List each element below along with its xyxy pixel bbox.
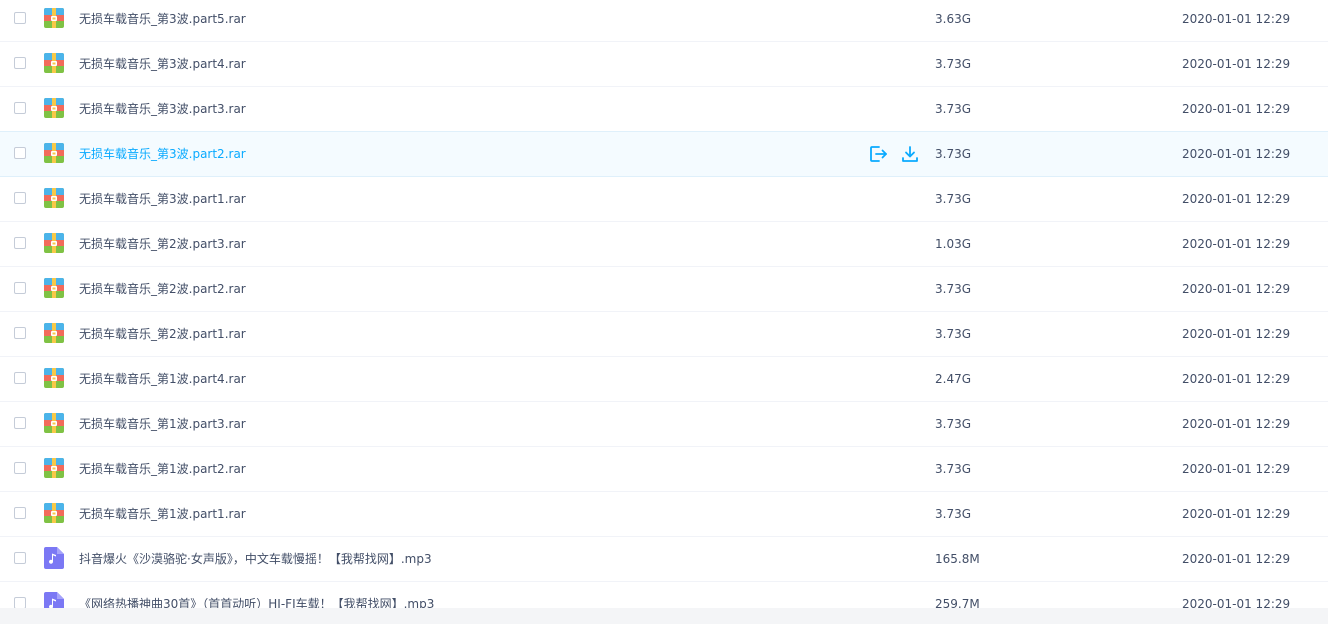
row-checkbox[interactable]	[14, 237, 26, 249]
file-row[interactable]: 无损车载音乐_第3波.part3.rar 3.73G 2020-01-01 12…	[0, 87, 1328, 132]
row-checkbox[interactable]	[14, 597, 26, 608]
file-name[interactable]: 《网络热播神曲30首》（首首动听）HI-FI车载！【我帮找网】.mp3	[79, 596, 434, 608]
file-list-viewport: 无损车载音乐_第3波.part5.rar 3.63G 2020-01-01 12…	[0, 0, 1328, 608]
music-file-icon	[44, 547, 64, 569]
file-modified-time: 2020-01-01 12:29	[1182, 237, 1291, 251]
file-row[interactable]: 无损车载音乐_第2波.part3.rar 1.03G 2020-01-01 12…	[0, 222, 1328, 267]
rar-archive-icon	[44, 458, 64, 478]
file-name[interactable]: 无损车载音乐_第1波.part4.rar	[79, 371, 246, 387]
row-checkbox[interactable]	[14, 282, 26, 294]
file-size: 3.73G	[935, 507, 972, 521]
file-modified-time: 2020-01-01 12:29	[1182, 102, 1291, 116]
file-size: 3.63G	[935, 12, 972, 26]
file-name[interactable]: 无损车载音乐_第3波.part2.rar	[79, 146, 246, 162]
rar-archive-icon	[44, 413, 64, 433]
file-size: 3.73G	[935, 57, 972, 71]
file-name[interactable]: 无损车载音乐_第2波.part2.rar	[79, 281, 246, 297]
row-checkbox[interactable]	[14, 102, 26, 114]
rar-archive-icon	[44, 368, 64, 388]
file-name[interactable]: 无损车载音乐_第1波.part1.rar	[79, 506, 246, 522]
row-checkbox[interactable]	[14, 12, 26, 24]
file-size: 3.73G	[935, 147, 972, 161]
file-row[interactable]: 无损车载音乐_第2波.part1.rar 3.73G 2020-01-01 12…	[0, 312, 1328, 357]
file-size: 3.73G	[935, 417, 972, 431]
row-checkbox[interactable]	[14, 552, 26, 564]
file-modified-time: 2020-01-01 12:29	[1182, 282, 1291, 296]
row-checkbox[interactable]	[14, 507, 26, 519]
horizontal-scrollbar[interactable]	[0, 608, 1328, 624]
row-checkbox[interactable]	[14, 462, 26, 474]
file-name[interactable]: 抖音爆火《沙漠骆驼·女声版》，中文车载慢摇！【我帮找网】.mp3	[79, 551, 432, 567]
row-checkbox[interactable]	[14, 372, 26, 384]
rar-archive-icon	[44, 143, 64, 163]
file-row[interactable]: 无损车载音乐_第1波.part3.rar 3.73G 2020-01-01 12…	[0, 402, 1328, 447]
file-size: 3.73G	[935, 327, 972, 341]
file-row[interactable]: 无损车载音乐_第2波.part2.rar 3.73G 2020-01-01 12…	[0, 267, 1328, 312]
music-file-icon	[44, 592, 64, 608]
rar-archive-icon	[44, 8, 64, 28]
file-size: 165.8M	[935, 552, 980, 566]
file-size: 259.7M	[935, 597, 980, 608]
file-modified-time: 2020-01-01 12:29	[1182, 327, 1291, 341]
file-modified-time: 2020-01-01 12:29	[1182, 12, 1291, 26]
file-name[interactable]: 无损车载音乐_第3波.part1.rar	[79, 191, 246, 207]
file-modified-time: 2020-01-01 12:29	[1182, 417, 1291, 431]
row-checkbox[interactable]	[14, 327, 26, 339]
file-modified-time: 2020-01-01 12:29	[1182, 552, 1291, 566]
rar-archive-icon	[44, 98, 64, 118]
row-checkbox[interactable]	[14, 57, 26, 69]
download-icon[interactable]	[900, 144, 920, 164]
file-size: 3.73G	[935, 102, 972, 116]
file-row[interactable]: 无损车载音乐_第3波.part1.rar 3.73G 2020-01-01 12…	[0, 177, 1328, 222]
file-name[interactable]: 无损车载音乐_第1波.part2.rar	[79, 461, 246, 477]
rar-archive-icon	[44, 188, 64, 208]
file-size: 3.73G	[935, 192, 972, 206]
file-modified-time: 2020-01-01 12:29	[1182, 57, 1291, 71]
file-size: 3.73G	[935, 462, 972, 476]
row-actions	[868, 144, 920, 164]
file-row[interactable]: 无损车载音乐_第1波.part4.rar 2.47G 2020-01-01 12…	[0, 357, 1328, 402]
file-name[interactable]: 无损车载音乐_第2波.part1.rar	[79, 326, 246, 342]
file-name[interactable]: 无损车载音乐_第1波.part3.rar	[79, 416, 246, 432]
file-modified-time: 2020-01-01 12:29	[1182, 372, 1291, 386]
rar-archive-icon	[44, 278, 64, 298]
file-modified-time: 2020-01-01 12:29	[1182, 147, 1291, 161]
file-name[interactable]: 无损车载音乐_第3波.part5.rar	[79, 11, 246, 27]
file-list: 无损车载音乐_第3波.part5.rar 3.63G 2020-01-01 12…	[0, 0, 1328, 608]
file-row[interactable]: 无损车载音乐_第3波.part2.rar 3.73G 2020-01-01 12…	[0, 131, 1328, 177]
row-checkbox[interactable]	[14, 417, 26, 429]
file-size: 2.47G	[935, 372, 972, 386]
file-modified-time: 2020-01-01 12:29	[1182, 462, 1291, 476]
file-name[interactable]: 无损车载音乐_第3波.part3.rar	[79, 101, 246, 117]
file-row[interactable]: 《网络热播神曲30首》（首首动听）HI-FI车载！【我帮找网】.mp3 259.…	[0, 582, 1328, 608]
file-modified-time: 2020-01-01 12:29	[1182, 597, 1291, 608]
file-row[interactable]: 无损车载音乐_第3波.part5.rar 3.63G 2020-01-01 12…	[0, 0, 1328, 42]
file-row[interactable]: 无损车载音乐_第1波.part1.rar 3.73G 2020-01-01 12…	[0, 492, 1328, 537]
file-row[interactable]: 无损车载音乐_第3波.part4.rar 3.73G 2020-01-01 12…	[0, 42, 1328, 87]
file-modified-time: 2020-01-01 12:29	[1182, 507, 1291, 521]
file-size: 3.73G	[935, 282, 972, 296]
file-modified-time: 2020-01-01 12:29	[1182, 192, 1291, 206]
file-size: 1.03G	[935, 237, 972, 251]
row-checkbox[interactable]	[14, 147, 26, 159]
file-name[interactable]: 无损车载音乐_第3波.part4.rar	[79, 56, 246, 72]
rar-archive-icon	[44, 233, 64, 253]
file-name[interactable]: 无损车载音乐_第2波.part3.rar	[79, 236, 246, 252]
file-row[interactable]: 无损车载音乐_第1波.part2.rar 3.73G 2020-01-01 12…	[0, 447, 1328, 492]
rar-archive-icon	[44, 323, 64, 343]
share-export-icon[interactable]	[868, 144, 888, 164]
file-row[interactable]: 抖音爆火《沙漠骆驼·女声版》，中文车载慢摇！【我帮找网】.mp3 165.8M …	[0, 537, 1328, 582]
rar-archive-icon	[44, 53, 64, 73]
rar-archive-icon	[44, 503, 64, 523]
row-checkbox[interactable]	[14, 192, 26, 204]
